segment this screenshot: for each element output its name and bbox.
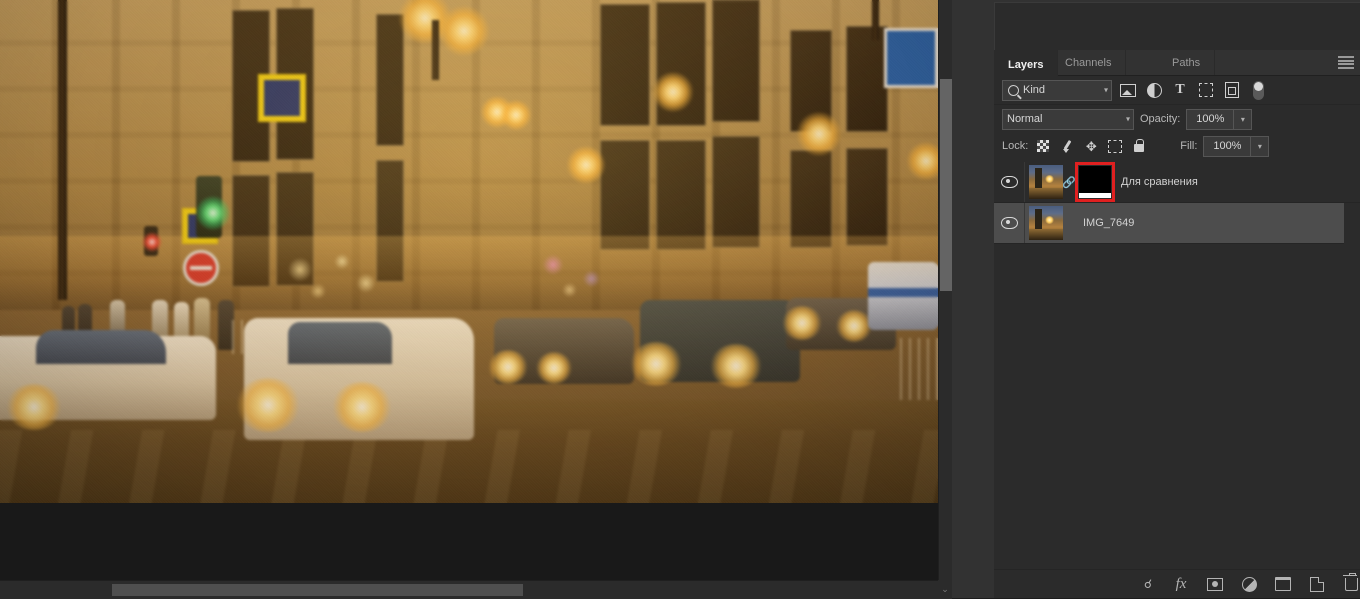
layers-panel: Layers Channels Paths Kind ▾ T Normal ▾ … xyxy=(994,50,1360,598)
adjustment-layer-filter-icon[interactable] xyxy=(1144,80,1164,100)
tab-paths-label: Paths xyxy=(1172,56,1201,69)
scroll-down-arrow-icon[interactable]: ⌄ xyxy=(938,580,952,598)
layer-visibility-toggle[interactable] xyxy=(994,203,1025,243)
photo-grain xyxy=(0,0,938,503)
panel-tab-bar: Layers Channels Paths xyxy=(994,50,1360,77)
lock-label: Lock: xyxy=(1002,140,1029,152)
layer-name[interactable]: IMG_7649 xyxy=(1083,217,1134,229)
pixel-layer-filter-icon[interactable] xyxy=(1118,80,1138,100)
lock-all-icon[interactable] xyxy=(1130,137,1148,155)
right-panel-dock: Layers Channels Paths Kind ▾ T Normal ▾ … xyxy=(952,0,1360,598)
shape-layer-filter-icon[interactable] xyxy=(1196,80,1216,100)
new-layer-icon[interactable] xyxy=(1308,575,1326,593)
opacity-input[interactable]: 100% xyxy=(1186,108,1235,130)
lock-artboard-icon[interactable] xyxy=(1106,137,1124,155)
opacity-label: Opacity: xyxy=(1140,113,1181,125)
chevron-down-icon: ▾ xyxy=(1103,85,1108,95)
table-row[interactable]: IMG_7649 xyxy=(994,203,1344,244)
delete-layer-icon[interactable] xyxy=(1342,572,1360,593)
layer-filter-row: Kind ▾ T xyxy=(994,76,1360,105)
lock-position-icon[interactable]: ✥ xyxy=(1082,137,1100,155)
layer-thumbnail[interactable] xyxy=(1029,206,1063,240)
document-canvas-area[interactable] xyxy=(0,0,938,598)
tab-channels[interactable]: Channels xyxy=(1051,50,1127,75)
eye-icon xyxy=(1000,217,1018,229)
mask-selection-highlight xyxy=(1075,162,1115,202)
type-layer-filter-icon[interactable]: T xyxy=(1170,80,1190,100)
canvas-image[interactable] xyxy=(0,0,938,503)
add-layer-mask-icon[interactable] xyxy=(1206,575,1224,593)
fill-input[interactable]: 100% xyxy=(1203,135,1252,157)
filter-kind-label: Kind xyxy=(1023,84,1046,96)
layers-panel-bottom-toolbar: ☌ fx xyxy=(994,569,1360,598)
collapsed-panel-above[interactable] xyxy=(994,2,1360,52)
blend-mode-select[interactable]: Normal ▾ xyxy=(1002,108,1134,130)
vertical-scrollbar-thumb[interactable] xyxy=(940,79,952,291)
lock-image-icon[interactable] xyxy=(1058,137,1076,155)
fill-label: Fill: xyxy=(1180,140,1198,152)
layer-mask-link-icon[interactable]: 🔗 xyxy=(1062,176,1076,189)
canvas-horizontal-scrollbar[interactable]: › xyxy=(0,580,952,599)
smart-object-filter-icon[interactable] xyxy=(1222,80,1242,100)
lock-transparency-icon[interactable] xyxy=(1034,137,1052,155)
eye-icon xyxy=(1000,176,1018,188)
layer-style-fx-icon[interactable]: fx xyxy=(1172,575,1190,593)
tab-layers[interactable]: Layers xyxy=(994,50,1059,77)
photoshop-window: › ⌄ Layers Channels Paths xyxy=(0,0,1360,599)
search-icon xyxy=(1008,84,1019,96)
dock-left-strip xyxy=(952,0,994,598)
canvas-vertical-scrollbar[interactable] xyxy=(938,0,953,580)
panel-menu-icon[interactable] xyxy=(1338,56,1354,69)
link-layers-icon[interactable]: ☌ xyxy=(1138,575,1156,593)
layer-visibility-toggle[interactable] xyxy=(994,162,1025,202)
new-adjustment-layer-icon[interactable] xyxy=(1240,575,1258,593)
layer-mask-thumbnail[interactable] xyxy=(1075,162,1115,202)
lock-row: Lock: ✥ Fill: 100% ▾ xyxy=(994,133,1360,159)
chevron-down-icon: ▾ xyxy=(1125,114,1130,124)
blend-mode-row: Normal ▾ Opacity: 100% ▾ xyxy=(994,105,1360,133)
opacity-stepper-chevron-icon[interactable]: ▾ xyxy=(1234,108,1253,130)
tab-channels-label: Channels xyxy=(1065,56,1112,69)
filter-enable-toggle[interactable] xyxy=(1248,80,1268,100)
layer-list[interactable]: 🔗 Для сравнения IMG_7649 xyxy=(994,162,1360,570)
blend-mode-value: Normal xyxy=(1007,113,1043,125)
table-row[interactable]: 🔗 Для сравнения xyxy=(994,162,1360,203)
fill-value: 100% xyxy=(1213,140,1242,152)
new-group-icon[interactable] xyxy=(1274,575,1292,593)
layer-thumbnail[interactable] xyxy=(1029,165,1063,199)
horizontal-scrollbar-thumb[interactable] xyxy=(112,584,523,596)
opacity-value: 100% xyxy=(1196,113,1225,125)
fill-stepper-chevron-icon[interactable]: ▾ xyxy=(1251,135,1270,157)
layer-name[interactable]: Для сравнения xyxy=(1121,176,1198,188)
tab-layers-label: Layers xyxy=(1008,58,1044,71)
filter-kind-select[interactable]: Kind ▾ xyxy=(1002,79,1112,101)
tab-paths[interactable]: Paths xyxy=(1158,50,1216,75)
